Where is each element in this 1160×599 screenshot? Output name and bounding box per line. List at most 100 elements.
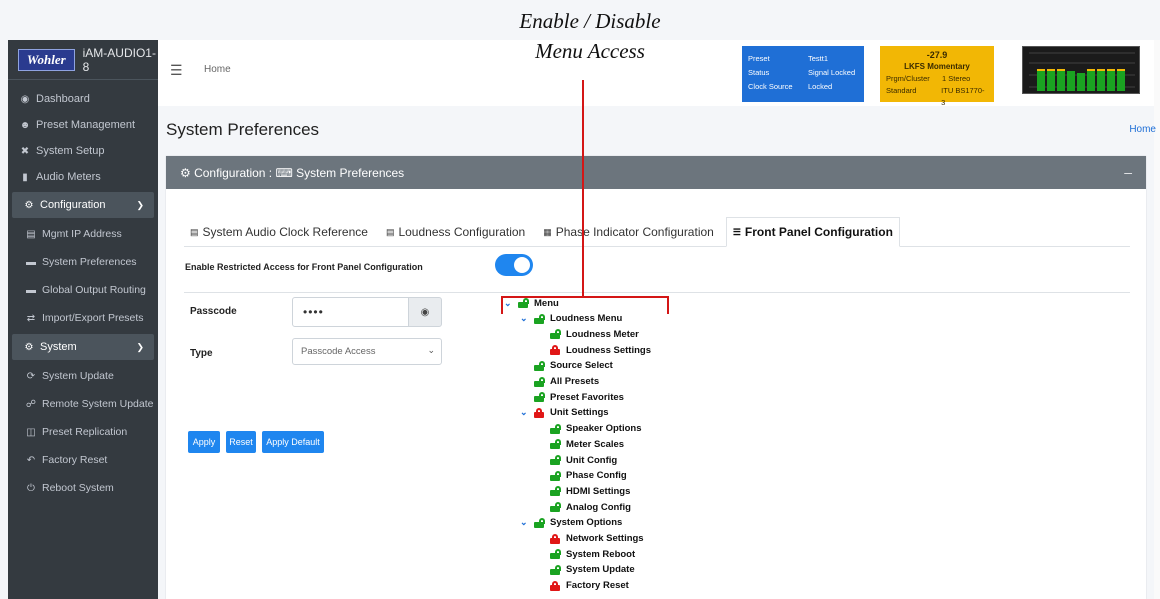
menu-toggle-icon[interactable]: ☰ [170,62,183,79]
unlock-icon[interactable] [534,392,545,403]
sidebar-item-label: Mgmt IP Address [42,228,122,240]
sidebar-item-label: Remote System Update [42,398,154,410]
network-icon: ▤ [26,228,36,240]
annotation-line-2: Menu Access [535,39,645,63]
chevron-down-icon: ❯ [136,341,144,352]
tree-node[interactable]: Loudness Settings [536,343,651,357]
sync-icon: ⟳ [26,370,36,382]
gear-icon: ⚙ [24,200,34,211]
lkfs-row: Prgm/Cluster 1 Stereo [886,73,988,85]
list-icon: ☰ [732,226,741,237]
undo-icon: ↶ [26,454,36,466]
sidebar-section-system[interactable]: ⚙ System ❯ [12,334,154,360]
type-select[interactable]: Passcode Access ⌄ [292,338,442,365]
tree-node-label: Factory Reset [566,580,629,592]
sidebar-item-preset-management[interactable]: ☻ Preset Management [8,112,158,138]
unlock-icon[interactable] [550,423,561,434]
tree-node[interactable]: ⌄ System Options [520,516,622,530]
sidebar-item-reboot-system[interactable]: ⏻ Reboot System [8,474,158,502]
unlock-icon[interactable] [550,455,561,465]
tree-node[interactable]: Preset Favorites [520,390,624,404]
lock-icon[interactable] [550,580,560,591]
tree-node[interactable]: Unit Config [536,453,617,467]
card-header: ⚙ Configuration : ⌨ System Preferences – [166,156,1146,189]
chevron-down-icon[interactable]: ⌄ [520,313,532,324]
keyboard-icon: ▬ [26,284,36,296]
lock-icon[interactable] [534,407,544,418]
meter-bars-graphic [1029,52,1135,91]
tree-node[interactable]: Meter Scales [536,437,624,451]
audio-meter-thumbnail[interactable] [1022,46,1140,94]
tree-node[interactable]: Speaker Options [536,422,642,436]
tab-label: Phase Indicator Configuration [555,225,714,239]
enable-restricted-toggle[interactable] [495,254,533,276]
sidebar-item-label: Factory Reset [42,454,108,466]
sidebar-item-system-preferences[interactable]: ▬ System Preferences [8,248,158,276]
lock-icon[interactable] [550,345,560,356]
tree-node[interactable]: Phase Config [536,469,627,483]
tab-phase-indicator[interactable]: ▦ Phase Indicator Configuration [537,218,720,246]
breadcrumb-home[interactable]: Home [1129,124,1156,135]
sidebar: Wohler iAM-AUDIO1-8 ◉ Dashboard ☻ Preset… [8,40,158,599]
tree-node-label: Loudness Meter [566,328,639,340]
lkfs-panel: -27.9 LKFS Momentary Prgm/Cluster 1 Stere… [880,46,994,107]
tree-node[interactable]: System Update [536,563,635,577]
lkfs-value: -27.9 [926,50,948,60]
sidebar-item-label: Preset Replication [42,426,128,438]
tree-node-label: System Reboot [566,548,636,560]
tree-node-label: Phase Config [566,470,627,482]
chevron-down-icon[interactable]: ⌄ [520,517,532,528]
tree-node[interactable]: Analog Config [536,500,631,514]
tree-node[interactable]: Source Select [520,359,613,373]
sidebar-item-factory-reset[interactable]: ↶ Factory Reset [8,446,158,474]
tree-node[interactable]: System Reboot [536,547,635,561]
collapse-icon[interactable]: – [1124,164,1132,180]
toggle-knob [514,257,530,273]
tree-node[interactable]: All Presets [520,375,599,389]
sidebar-item-preset-replication[interactable]: ◫ Preset Replication [8,418,158,446]
type-label: Type [190,348,213,359]
tree-node[interactable]: ⌄ Unit Settings [520,406,609,420]
sidebar-item-global-output-routing[interactable]: ▬ Global Output Routing [8,276,158,304]
tree-node-label: HDMI Settings [566,485,631,497]
power-icon: ⏻ [27,482,35,494]
unlock-icon[interactable] [534,517,545,528]
unlock-icon[interactable] [534,376,545,387]
tree-node[interactable]: Loudness Meter [536,327,639,341]
sidebar-item-import-export[interactable]: ⇄ Import/Export Presets [8,304,158,332]
show-password-button[interactable]: ◉ [408,297,442,327]
tree-node-label: System Update [566,564,635,576]
sidebar-item-dashboard[interactable]: ◉ Dashboard [8,86,158,112]
brand[interactable]: Wohler iAM-AUDIO1-8 [8,40,158,80]
sidebar-item-system-update[interactable]: ⟳ System Update [8,362,158,390]
sidebar-section-configuration[interactable]: ⚙ Configuration ❯ [12,192,154,218]
unlock-icon[interactable] [550,439,561,450]
sidebar-item-mgmt-ip[interactable]: ▤ Mgmt IP Address [8,220,158,248]
tab-front-panel-configuration[interactable]: ☰ Front Panel Configuration [725,217,900,247]
apply-button[interactable]: Apply [188,431,220,453]
sidebar-item-remote-system-update[interactable]: ☍ Remote System Update [8,390,158,418]
unlock-icon[interactable] [550,549,561,560]
enable-restricted-label: Enable Restricted Access for Front Panel… [185,262,423,272]
unlock-icon[interactable] [550,470,561,481]
sidebar-item-audio-meters[interactable]: ▮ Audio Meters [8,164,158,190]
chevron-down-icon[interactable]: ⌄ [520,407,532,418]
passcode-input[interactable]: •••• [292,297,409,327]
apply-default-button[interactable]: Apply Default [262,431,324,453]
unlock-icon[interactable] [550,564,561,575]
unlock-icon[interactable] [534,360,545,371]
reset-button[interactable]: Reset [226,431,256,453]
tree-node[interactable]: Network Settings [536,532,644,546]
home-link[interactable]: Home [204,64,231,75]
tab-loudness-configuration[interactable]: ▤ Loudness Configuration [380,218,531,246]
sidebar-item-label: Preset Management [36,119,136,131]
unlock-icon[interactable] [550,502,561,513]
lock-icon[interactable] [550,533,560,544]
tree-node[interactable]: Factory Reset [536,579,629,593]
unlock-icon[interactable] [550,486,561,497]
sidebar-item-system-setup[interactable]: ✖ System Setup [8,138,158,164]
tab-system-audio-clock[interactable]: ▤ System Audio Clock Reference [184,218,374,246]
unlock-icon[interactable] [534,313,545,324]
tree-node[interactable]: HDMI Settings [536,484,630,498]
unlock-icon[interactable] [550,329,561,340]
